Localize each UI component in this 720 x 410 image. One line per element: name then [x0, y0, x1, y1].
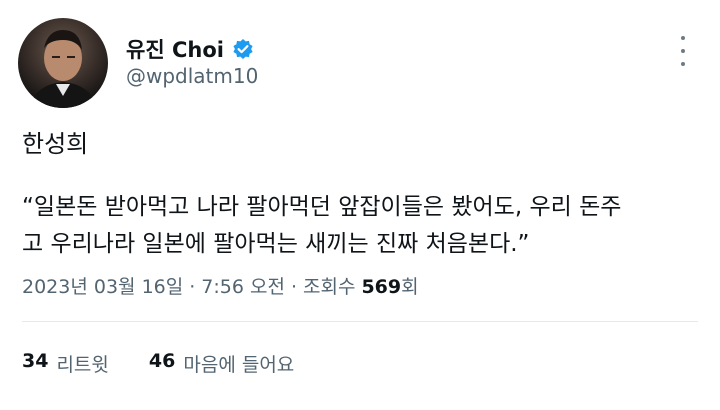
- views-count: 569: [361, 276, 402, 298]
- display-name[interactable]: 유진 Choi: [126, 34, 224, 64]
- tweet-meta: 2023년 03월 16일 · 7:56 오전 · 조회수 569회: [22, 272, 419, 299]
- retweets-count: 34: [22, 350, 49, 372]
- tweet-first-line: 한성희: [22, 130, 89, 158]
- retweets-stat[interactable]: 34 리트윗: [22, 350, 109, 377]
- views-label: 조회수: [303, 276, 356, 298]
- likes-stat[interactable]: 46 마음에 들어요: [149, 350, 294, 377]
- tweet-date[interactable]: 2023년 03월 16일: [22, 272, 183, 299]
- user-handle[interactable]: @wpdlatm10: [126, 64, 258, 88]
- likes-label: 마음에 들어요: [183, 354, 295, 376]
- divider: [22, 321, 698, 322]
- meta-separator: ·: [290, 276, 297, 298]
- verified-badge-icon: [232, 38, 254, 60]
- views-suffix: 회: [401, 276, 419, 298]
- avatar[interactable]: [18, 18, 108, 108]
- tweet-time[interactable]: 7:56 오전: [201, 272, 285, 299]
- more-options-icon[interactable]: [675, 36, 691, 66]
- tweet-text: “일본돈 받아먹고 나라 팔아먹던 앞잡이들은 봤어도, 우리 돈주 고 우리나…: [22, 194, 622, 257]
- meta-separator: ·: [189, 276, 196, 298]
- likes-count: 46: [148, 350, 176, 372]
- tweet-stats: 34 리트윗 46 마음에 들어요: [22, 350, 294, 377]
- retweets-label: 리트윗: [56, 354, 109, 376]
